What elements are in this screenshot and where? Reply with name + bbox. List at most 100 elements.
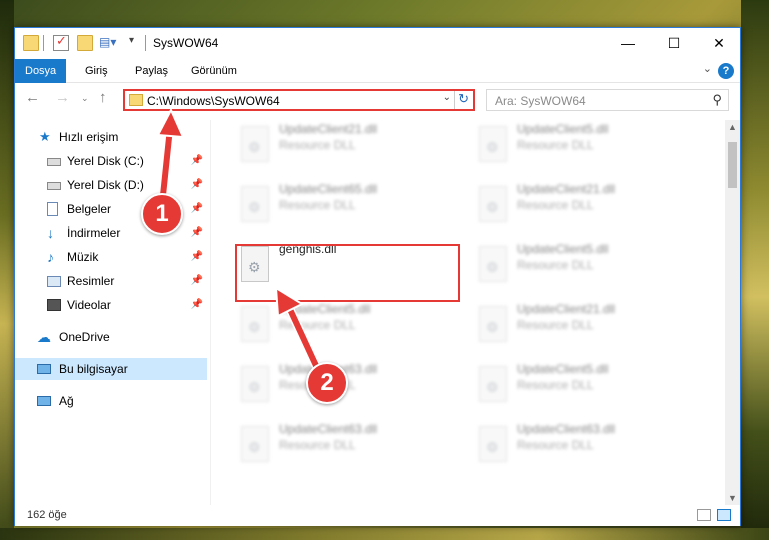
view-options-icon[interactable]: ▤▾ [99,35,116,51]
dll-file-icon [479,306,507,342]
sidebar-item-label: Yerel Disk (C:) [67,154,144,168]
dll-file-icon [479,366,507,402]
file-type: Resource DLL [517,138,594,152]
dll-file-icon [479,426,507,462]
sidebar-item-label: Müzik [67,250,99,264]
wallpaper [0,528,769,540]
file-type: Resource DLL [279,138,356,152]
file-item[interactable]: UpdateClient5.dll Resource DLL [469,240,689,296]
tab-giris[interactable]: Giriş [75,59,118,83]
sidebar-item-local-disk-c[interactable]: Yerel Disk (C:) 📌 [15,150,207,172]
file-type: Resource DLL [517,438,594,452]
pin-icon[interactable]: 📌 [191,150,203,172]
file-item[interactable]: UpdateClient21.dll Resource DLL [469,180,689,236]
dll-file-icon [241,126,269,162]
file-type: Resource DLL [517,318,594,332]
pin-icon[interactable]: 📌 [191,294,203,316]
file-name: UpdateClient21.dll [517,302,616,316]
file-item[interactable]: UpdateClient21.dll Resource DLL [231,120,451,176]
search-icon[interactable]: ⚲ [712,92,722,108]
forward-icon[interactable]: → [55,89,70,106]
file-name: UpdateClient5.dll [517,362,609,376]
sidebar-item-quick-access[interactable]: ★ Hızlı erişim [15,126,207,148]
sidebar-item-videos[interactable]: Videolar 📌 [15,294,207,316]
document-icon [47,202,58,216]
customize-toolbar-icon[interactable]: ▾ [129,35,145,51]
sidebar-item-music[interactable]: ♪ Müzik 📌 [15,246,207,268]
pin-icon[interactable]: 📌 [191,174,203,196]
sidebar-item-label: Yerel Disk (D:) [67,178,144,192]
properties-icon[interactable]: ✓ [53,33,69,51]
sidebar-item-pictures[interactable]: Resimler 📌 [15,270,207,292]
sidebar-item-network[interactable]: Ağ [15,390,207,412]
dll-file-icon [479,126,507,162]
scroll-up-icon[interactable]: ▲ [728,122,737,132]
file-type: Resource DLL [279,318,356,332]
pin-icon[interactable]: 📌 [191,222,203,244]
close-button[interactable]: ✕ [696,28,742,58]
help-icon[interactable]: ? [718,63,734,79]
sidebar-item-label: OneDrive [59,330,110,344]
file-item[interactable]: UpdateClient5.dll Resource DLL [231,300,451,356]
sidebar-item-local-disk-d[interactable]: Yerel Disk (D:) 📌 [15,174,207,196]
download-icon: ↓ [47,225,54,241]
scroll-down-icon[interactable]: ▼ [728,493,737,503]
file-type: Resource DLL [279,198,356,212]
chevron-down-icon[interactable]: ⌄ [703,62,712,75]
search-placeholder: Ara: SysWOW64 [495,94,586,108]
separator [145,35,146,51]
file-type: Resource DLL [517,258,594,272]
details-view-icon[interactable] [697,509,711,521]
pin-icon[interactable]: 📌 [191,198,203,220]
title-bar: ✓ ▤▾ ▾ SysWOW64 — ☐ ✕ [15,28,740,59]
film-icon [47,299,61,311]
recent-locations-icon[interactable]: ⌄ [81,93,89,104]
wallpaper [0,0,14,540]
dll-file-icon [241,306,269,342]
new-folder-icon[interactable] [77,35,93,51]
address-path[interactable]: C:\Windows\SysWOW64 [147,94,280,108]
back-icon[interactable]: ← [25,89,40,106]
maximize-button[interactable]: ☐ [651,28,697,58]
sidebar-item-onedrive[interactable]: ☁ OneDrive [15,326,207,348]
up-icon[interactable]: ↑ [99,89,107,106]
file-type: Resource DLL [517,198,594,212]
file-item[interactable]: UpdateClient65.dll Resource DLL [231,180,451,236]
annotation-highlight-box [235,244,460,302]
file-name: UpdateClient5.dll [517,242,609,256]
chevron-down-icon[interactable]: ⌄ [443,92,451,103]
sidebar-item-label: Ağ [59,394,74,408]
address-bar[interactable]: C:\Windows\SysWOW64 ⌄ ↻ [123,89,475,111]
sidebar-item-label: Hızlı erişim [59,130,119,144]
separator [454,91,455,109]
file-item[interactable]: UpdateClient5.dll Resource DLL [469,120,689,176]
file-item[interactable]: UpdateClient63.dll Resource DLL [231,420,451,476]
sidebar-item-this-pc[interactable]: Bu bilgisayar [15,358,207,380]
dll-file-icon [479,186,507,222]
file-name: UpdateClient21.dll [517,182,616,196]
file-item[interactable]: UpdateClient5.dll Resource DLL [469,360,689,416]
pin-icon[interactable]: 📌 [191,246,203,268]
large-icons-view-icon[interactable] [717,509,731,521]
tab-gorunum[interactable]: Görünüm [181,59,247,83]
dll-file-icon [241,186,269,222]
sidebar-item-label: Resimler [67,274,115,288]
window-title: SysWOW64 [153,36,219,50]
pin-icon[interactable]: 📌 [191,270,203,292]
minimize-button[interactable]: — [605,28,651,58]
sidebar-item-label: Belgeler [67,202,112,216]
pictures-icon [47,276,61,287]
status-bar: 162 öğe [15,505,740,526]
vertical-scrollbar[interactable]: ▲ ▼ [725,120,740,505]
search-input[interactable]: Ara: SysWOW64 ⚲ [486,89,729,111]
refresh-icon[interactable]: ↻ [458,91,469,107]
file-item[interactable]: UpdateClient63.dll Resource DLL [469,420,689,476]
tab-paylas[interactable]: Paylaş [125,59,178,83]
tab-dosya[interactable]: Dosya [15,59,67,83]
file-type: Resource DLL [517,378,594,392]
file-name: UpdateClient63.dll [517,422,616,436]
file-item[interactable]: UpdateClient21.dll Resource DLL [469,300,689,356]
scroll-thumb[interactable] [728,142,737,188]
sidebar-item-label: Videolar [67,298,111,312]
dll-file-icon [241,366,269,402]
